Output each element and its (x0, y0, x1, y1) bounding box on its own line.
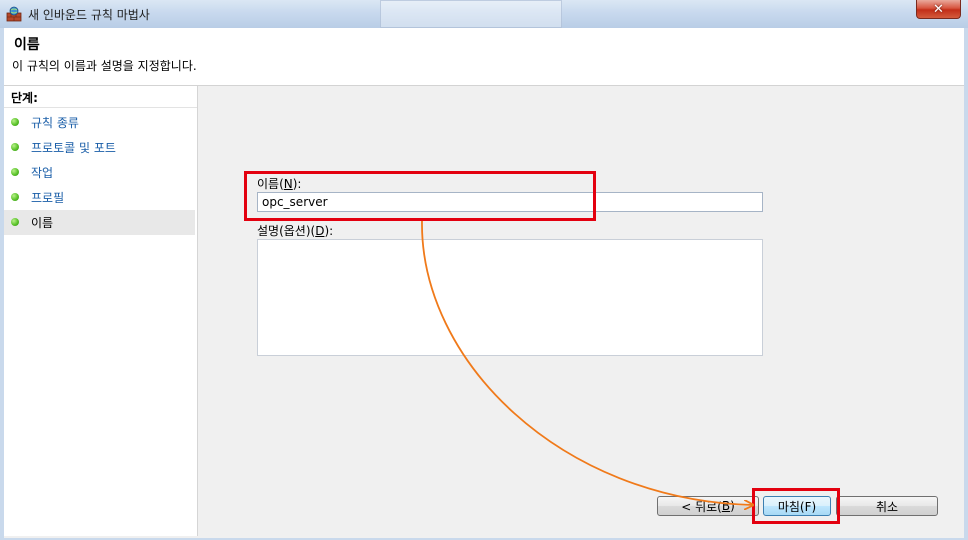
name-input[interactable] (257, 192, 763, 212)
back-button[interactable]: < 뒤로(B) (657, 496, 759, 516)
green-dot-icon (11, 193, 19, 201)
step-label: 프로필 (31, 191, 65, 205)
finish-button[interactable]: 마침(F) (763, 496, 831, 516)
green-dot-icon (11, 143, 19, 151)
step-label: 프로토콜 및 포트 (31, 141, 116, 155)
green-dot-icon (11, 118, 19, 126)
name-field-label: 이름(N): (257, 177, 302, 191)
steps-heading: 단계: (11, 91, 38, 105)
step-label: 이름 (31, 216, 54, 230)
description-input[interactable] (257, 239, 763, 356)
window-title: 새 인바운드 규칙 마법사 (28, 8, 150, 22)
page-title: 이름 (14, 37, 40, 53)
wizard-window: 새 인바운드 규칙 마법사 ✕ 이름 이 규칙의 이름과 설명을 지정합니다. … (0, 0, 968, 540)
green-dot-icon (11, 168, 19, 176)
cancel-button[interactable]: 취소 (836, 496, 938, 516)
step-rule-type[interactable]: 규칙 종류 (4, 110, 195, 135)
steps-panel: 단계: 규칙 종류 프로토콜 및 포트 작업 프로필 이름 (4, 86, 198, 536)
firewall-wizard-icon (6, 6, 22, 22)
step-profile[interactable]: 프로필 (4, 185, 195, 210)
window-frame-right (964, 28, 968, 540)
step-label: 규칙 종류 (31, 116, 79, 130)
step-protocol-and-ports[interactable]: 프로토콜 및 포트 (4, 135, 195, 160)
wizard-header: 이름 이 규칙의 이름과 설명을 지정합니다. (4, 28, 964, 86)
close-button[interactable]: ✕ (916, 0, 961, 19)
step-action[interactable]: 작업 (4, 160, 195, 185)
wizard-body: 단계: 규칙 종류 프로토콜 및 포트 작업 프로필 이름 이름(N): opc… (4, 86, 964, 538)
description-field-label: 설명(옵션)(D): (257, 224, 334, 238)
step-label: 작업 (31, 166, 54, 180)
steps-divider (4, 107, 197, 108)
title-bar: 새 인바운드 규칙 마법사 ✕ (0, 0, 968, 29)
step-name[interactable]: 이름 (4, 210, 195, 235)
close-icon: ✕ (933, 1, 944, 17)
background-window-ghost (380, 0, 562, 28)
green-dot-icon (11, 218, 19, 226)
page-description: 이 규칙의 이름과 설명을 지정합니다. (12, 59, 197, 73)
